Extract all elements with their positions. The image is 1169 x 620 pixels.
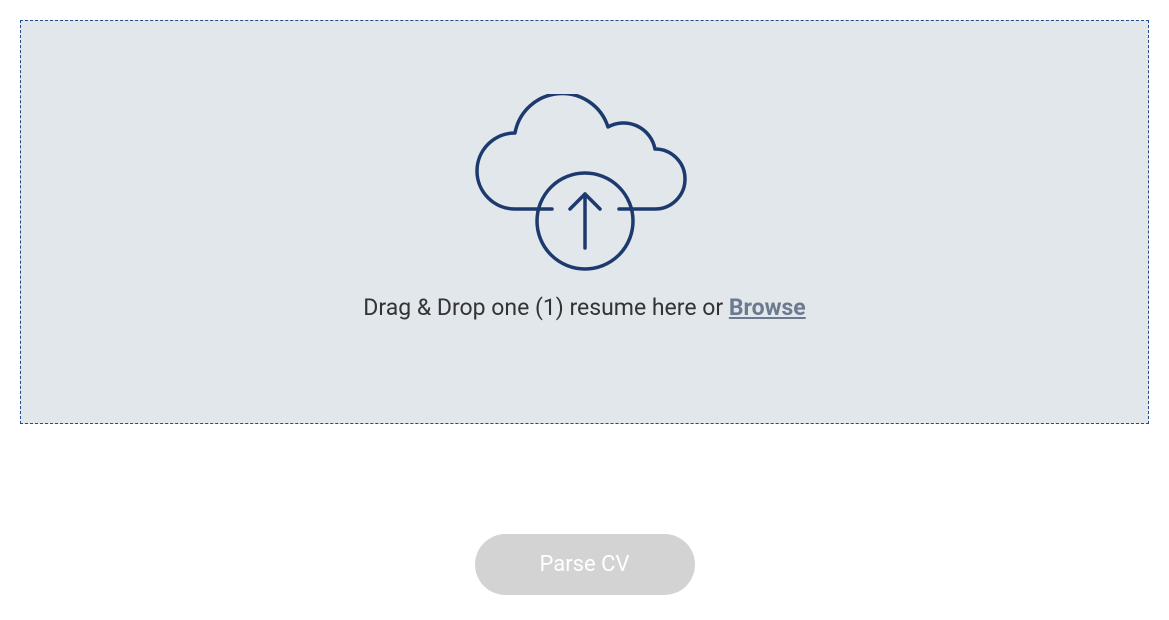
button-container: Parse CV <box>20 534 1149 595</box>
dropzone-instruction: Drag & Drop one (1) resume here or Brows… <box>363 294 805 321</box>
dropzone-instruction-text: Drag & Drop one (1) resume here or <box>363 294 729 321</box>
file-dropzone[interactable]: Drag & Drop one (1) resume here or Brows… <box>20 20 1149 424</box>
browse-link[interactable]: Browse <box>729 294 806 321</box>
parse-cv-button[interactable]: Parse CV <box>475 534 695 595</box>
cloud-upload-icon <box>475 94 695 274</box>
